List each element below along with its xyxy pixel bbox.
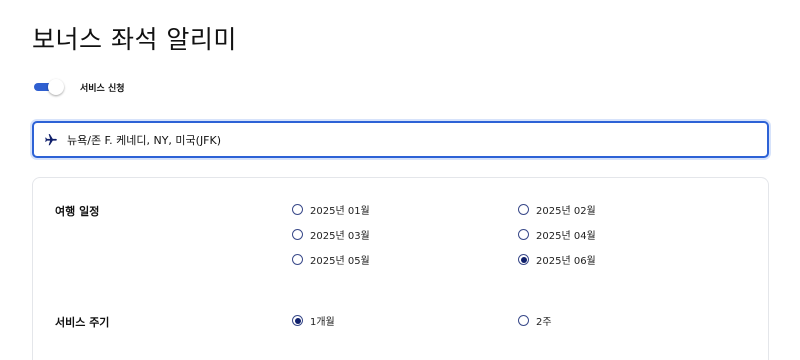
radio-circle — [518, 315, 529, 326]
schedule-option-2025-01[interactable]: 2025년 01월 — [292, 202, 370, 217]
radio-label: 2025년 02월 — [536, 206, 596, 217]
page: 보너스 좌석 알리미 서비스 신청 뉴욕/존 F. 케네디, NY, 미국(JF… — [0, 0, 800, 360]
radio-label: 2025년 01월 — [310, 206, 370, 217]
destination-input[interactable]: 뉴욕/존 F. 케네디, NY, 미국(JFK) — [32, 121, 769, 158]
schedule-option-2025-03[interactable]: 2025년 03월 — [292, 227, 370, 242]
period-option-2-weeks[interactable]: 2주 — [518, 313, 552, 328]
schedule-option-2025-02[interactable]: 2025년 02월 — [518, 202, 596, 217]
options-card: 여행 일정 2025년 01월 2025년 02월 2025년 03월 2025… — [32, 177, 769, 360]
service-toggle-label: 서비스 신청 — [80, 83, 125, 94]
airplane-icon — [44, 133, 58, 147]
radio-circle-checked — [518, 254, 529, 265]
radio-circle — [292, 254, 303, 265]
radio-circle — [292, 204, 303, 215]
radio-label: 1개월 — [310, 317, 335, 328]
radio-label: 2025년 06월 — [536, 256, 596, 267]
radio-circle — [292, 229, 303, 240]
travel-schedule-label: 여행 일정 — [55, 205, 100, 218]
toggle-knob — [48, 79, 64, 95]
schedule-option-2025-06[interactable]: 2025년 06월 — [518, 252, 596, 267]
radio-label: 2주 — [536, 317, 552, 328]
radio-label: 2025년 05월 — [310, 256, 370, 267]
service-toggle-switch[interactable] — [34, 79, 64, 95]
service-period-label: 서비스 주기 — [55, 316, 110, 329]
schedule-option-2025-05[interactable]: 2025년 05월 — [292, 252, 370, 267]
schedule-option-2025-04[interactable]: 2025년 04월 — [518, 227, 596, 242]
radio-label: 2025년 04월 — [536, 231, 596, 242]
radio-circle — [518, 204, 529, 215]
radio-circle-checked — [292, 315, 303, 326]
destination-value: 뉴욕/존 F. 케네디, NY, 미국(JFK) — [67, 133, 222, 147]
service-toggle-row: 서비스 신청 — [34, 79, 125, 95]
radio-circle — [518, 229, 529, 240]
page-title: 보너스 좌석 알리미 — [32, 25, 237, 54]
period-option-1-month[interactable]: 1개월 — [292, 313, 335, 328]
radio-label: 2025년 03월 — [310, 231, 370, 242]
